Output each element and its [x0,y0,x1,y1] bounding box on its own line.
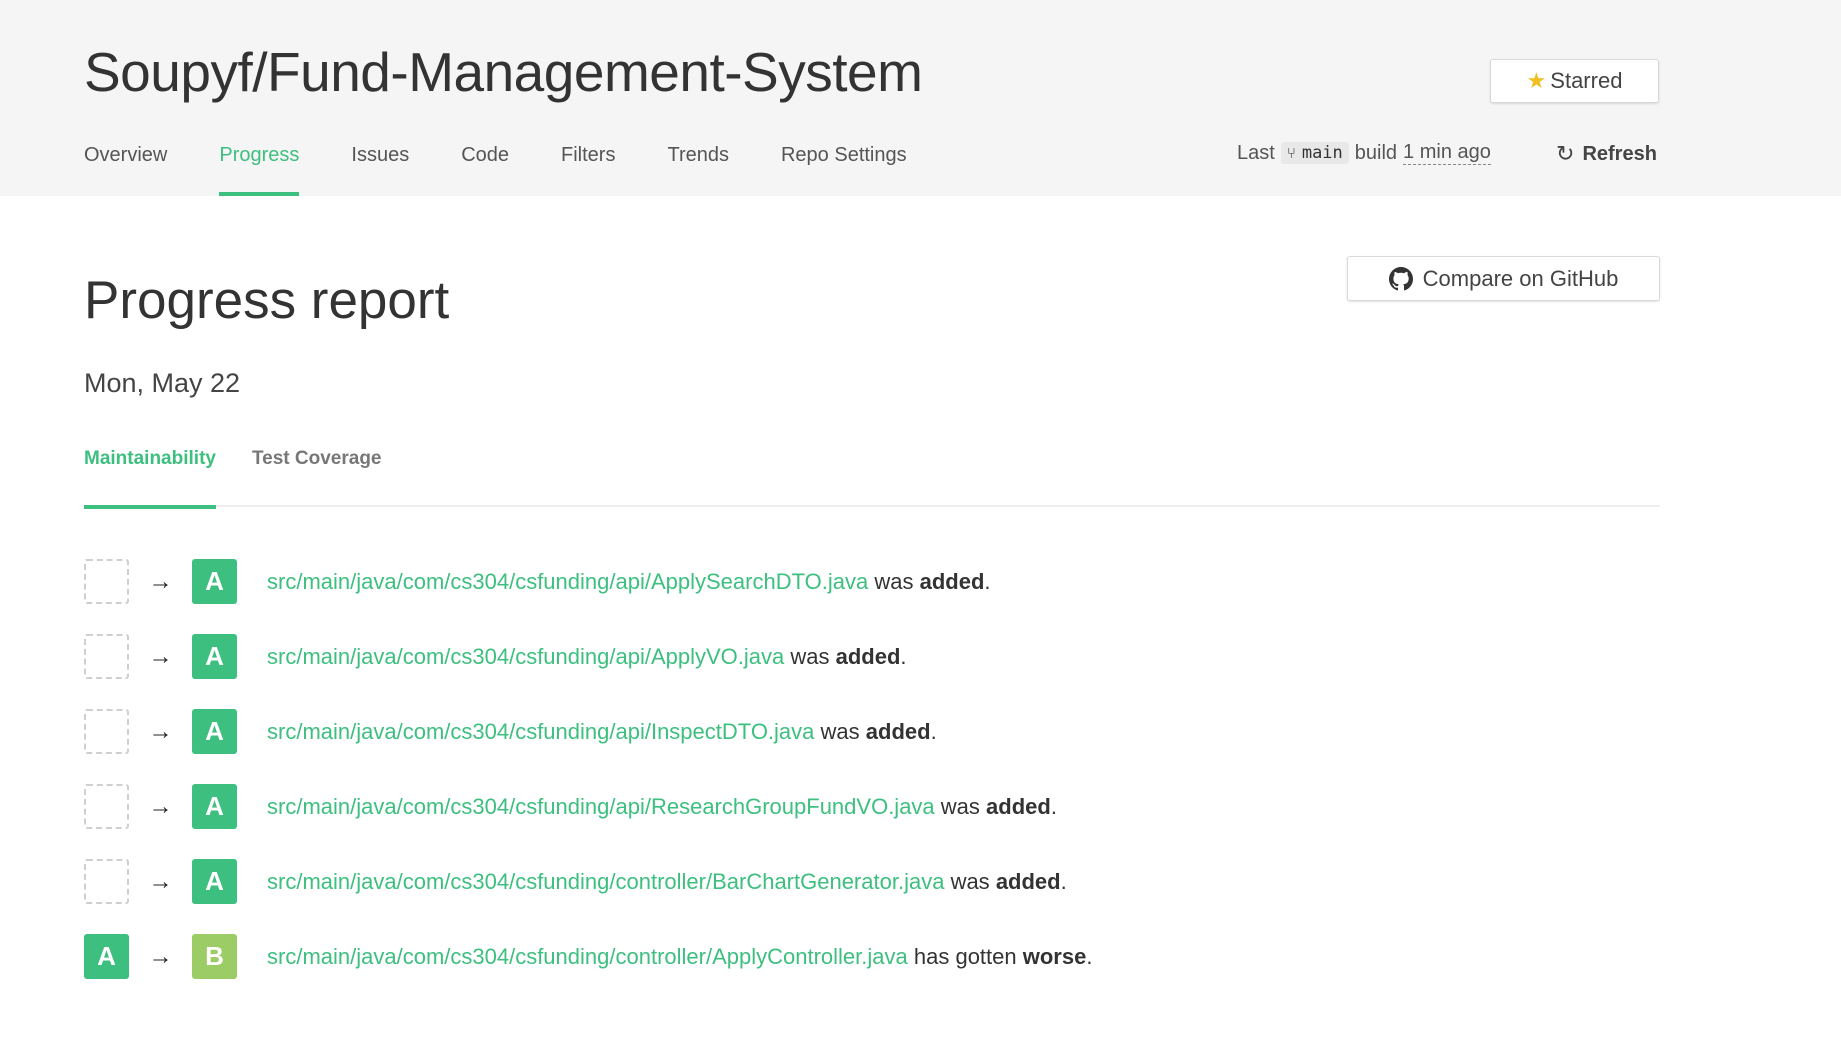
change-status: added [865,718,931,744]
change-row: A → B src/main/java/com/cs304/csfunding/… [84,934,1660,979]
sentence-end: . [984,568,991,594]
starred-button[interactable]: ★ Starred [1490,59,1659,103]
change-verb: was [874,568,914,594]
file-link[interactable]: src/main/java/com/cs304/csfunding/api/Re… [267,794,935,819]
compare-label: Compare on GitHub [1422,265,1619,291]
branch-name: main [1301,143,1343,163]
arrow-right-icon: → [148,567,173,595]
current-grade-badge: A [192,634,237,679]
arrow-right-icon: → [148,717,173,745]
change-status: added [986,793,1051,819]
change-status: worse [1022,943,1087,969]
arrow-right-icon: → [148,867,173,895]
change-row: → A src/main/java/com/cs304/csfunding/ap… [84,634,1660,679]
file-link[interactable]: src/main/java/com/cs304/csfunding/api/Ap… [267,569,868,594]
file-link[interactable]: src/main/java/com/cs304/csfunding/contro… [267,944,908,969]
change-description: src/main/java/com/cs304/csfunding/contro… [267,944,1092,970]
change-list: → A src/main/java/com/cs304/csfunding/ap… [84,559,1660,1009]
change-row: → A src/main/java/com/cs304/csfunding/ap… [84,784,1660,829]
sentence-end: . [1050,793,1057,819]
nav-repo-settings[interactable]: Repo Settings [781,134,907,196]
arrow-right-icon: → [148,942,173,970]
change-description: src/main/java/com/cs304/csfunding/api/Ap… [267,569,991,595]
nav-trends[interactable]: Trends [667,134,729,196]
change-verb: was [950,868,990,894]
previous-grade-empty [84,784,129,829]
repo-nav: Overview Progress Issues Code Filters Tr… [84,134,959,196]
report-date: Mon, May 22 [84,368,241,398]
change-status: added [835,643,901,669]
arrow-right-icon: → [148,642,173,670]
last-build-info: Last ⑂ main build 1 min ago [1237,141,1491,165]
change-row: → A src/main/java/com/cs304/csfunding/co… [84,859,1660,904]
change-description: src/main/java/com/cs304/csfunding/api/Ap… [267,644,907,670]
repo-title: Soupyf/Fund-Management-System [84,41,923,103]
arrow-right-icon: → [148,792,173,820]
change-row: → A src/main/java/com/cs304/csfunding/ap… [84,559,1660,604]
previous-grade-empty [84,634,129,679]
change-status: added [919,568,985,594]
change-verb: has gotten [913,943,1017,969]
file-link[interactable]: src/main/java/com/cs304/csfunding/api/In… [267,719,814,744]
starred-label: Starred [1550,68,1623,93]
nav-issues[interactable]: Issues [351,134,409,196]
sentence-end: . [1086,943,1093,969]
tab-maintainability[interactable]: Maintainability [84,448,216,509]
build-time-ago: 1 min ago [1403,141,1491,165]
git-branch-icon: ⑂ [1286,144,1296,162]
build-prefix: Last [1237,141,1275,164]
change-description: src/main/java/com/cs304/csfunding/api/In… [267,719,937,745]
change-row: → A src/main/java/com/cs304/csfunding/ap… [84,709,1660,754]
compare-on-github-button[interactable]: Compare on GitHub [1347,256,1660,301]
star-icon: ★ [1526,68,1547,93]
previous-grade-empty [84,859,129,904]
refresh-label: Refresh [1582,142,1657,165]
tab-test-coverage[interactable]: Test Coverage [252,448,382,507]
change-verb: was [790,643,830,669]
change-verb: was [820,718,860,744]
refresh-button[interactable]: ↻ Refresh [1556,141,1657,167]
report-tabs: Maintainability Test Coverage [84,448,1660,509]
refresh-icon: ↻ [1556,141,1575,166]
build-middle: build [1354,141,1398,164]
current-grade-badge: A [192,559,237,604]
change-verb: was [940,793,980,819]
nav-filters[interactable]: Filters [561,134,615,196]
file-link[interactable]: src/main/java/com/cs304/csfunding/api/Ap… [267,644,784,669]
github-icon [1388,266,1413,290]
repo-header: Soupyf/Fund-Management-System ★ Starred … [0,0,1841,196]
current-grade-badge: A [192,709,237,754]
sentence-end: . [930,718,937,744]
change-status: added [995,868,1061,894]
previous-grade-empty [84,709,129,754]
current-grade-badge: B [192,934,237,979]
branch-badge: ⑂ main [1280,142,1349,164]
nav-progress[interactable]: Progress [219,134,300,196]
previous-grade-empty [84,559,129,604]
change-description: src/main/java/com/cs304/csfunding/api/Re… [267,794,1057,820]
sentence-end: . [900,643,907,669]
nav-overview[interactable]: Overview [84,134,167,196]
nav-code[interactable]: Code [461,134,509,196]
page-title: Progress report [84,271,450,330]
current-grade-badge: A [192,784,237,829]
current-grade-badge: A [192,859,237,904]
file-link[interactable]: src/main/java/com/cs304/csfunding/contro… [267,869,944,894]
previous-grade-badge: A [84,934,129,979]
change-description: src/main/java/com/cs304/csfunding/contro… [267,869,1067,895]
sentence-end: . [1060,868,1067,894]
